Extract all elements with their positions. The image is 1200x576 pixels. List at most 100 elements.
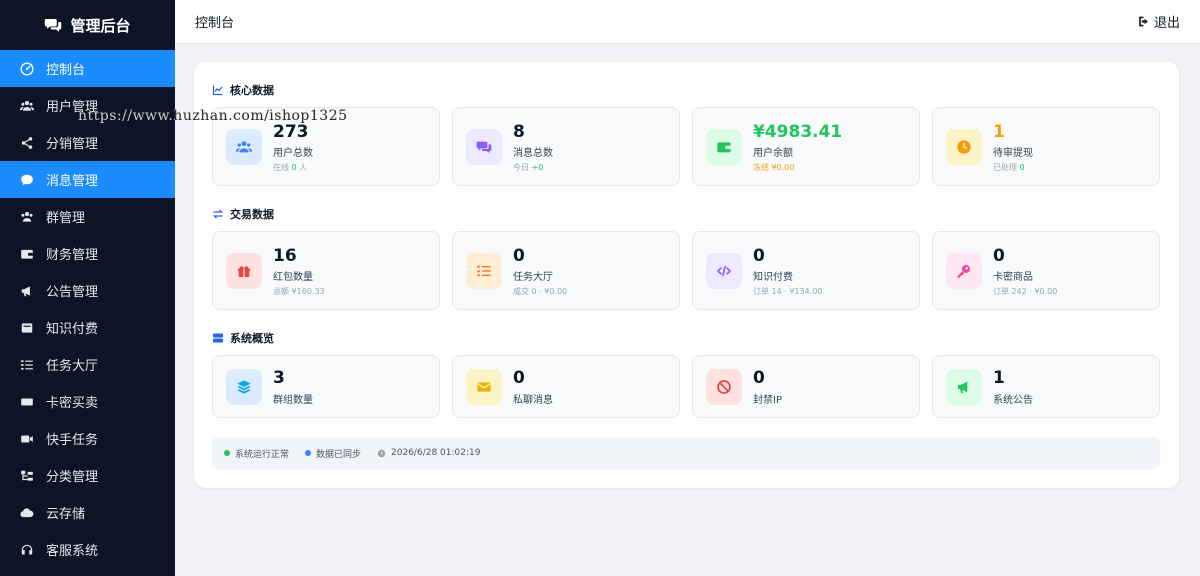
stat-value: 16 [273, 246, 297, 266]
stat-card-balance[interactable]: ¥4983.41 用户余额 冻结 ¥0.00 [692, 107, 920, 186]
sidebar-item-dashboard[interactable]: 控制台 [0, 50, 175, 87]
stat-label: 卡密商品 [993, 272, 1033, 283]
stat-card-notice[interactable]: 1 系统公告 [932, 355, 1160, 418]
stat-label: 用户总数 [273, 148, 313, 159]
stat-card-messages[interactable]: 8 消息总数 今日 +0 [452, 107, 680, 186]
stat-label: 私聊消息 [513, 395, 553, 406]
stat-sub: 订单 242 · ¥0.00 [993, 287, 1058, 296]
sidebar-item-label: 云存储 [46, 507, 86, 522]
sidebar-item-label: 任务大厅 [46, 359, 99, 374]
sidebar-item-kuaishou[interactable]: 快手任务 [0, 420, 175, 457]
logout-button[interactable]: 退出 [1137, 12, 1180, 31]
green-dot-icon [224, 450, 230, 456]
stat-label: 待审提现 [993, 148, 1033, 159]
stat-value: 0 [753, 246, 765, 266]
sidebar-item-label: 消息管理 [46, 174, 99, 189]
stat-card-redpacket[interactable]: 16 红包数量 总额 ¥160.33 [212, 231, 440, 310]
stat-card-groupcount[interactable]: 3 群组数量 [212, 355, 440, 418]
code-icon [706, 253, 742, 289]
stat-value: 0 [993, 246, 1005, 266]
category-icon [20, 469, 34, 483]
envelope-icon [466, 369, 502, 405]
layers-icon [226, 369, 262, 405]
section-title-trade: 交易数据 [212, 206, 274, 222]
stat-value: 273 [273, 122, 309, 142]
sign-out-icon [1139, 16, 1148, 27]
stat-value: 1 [993, 368, 1005, 388]
section-title-system: 系统概览 [212, 330, 274, 346]
section-title-core: 核心数据 [212, 82, 274, 98]
sidebar-item-support[interactable]: 客服系统 [0, 531, 175, 568]
wallet-icon [20, 247, 34, 261]
sidebar-item-categories[interactable]: 分类管理 [0, 457, 175, 494]
task-list-icon [20, 358, 34, 372]
sidebar-item-cards[interactable]: 卡密买卖 [0, 383, 175, 420]
sidebar-item-messages[interactable]: 消息管理 [0, 161, 175, 198]
stat-sub: 在线 0 人 [273, 163, 308, 172]
key-icon [946, 253, 982, 289]
brand-title: 管理后台 [70, 16, 131, 35]
cloud-icon [20, 506, 34, 520]
chat-bubbles-icon [45, 19, 62, 32]
sidebar-item-label: 公告管理 [46, 285, 99, 300]
video-icon [20, 432, 34, 446]
stat-label: 系统公告 [993, 395, 1033, 406]
sidebar-item-label: 财务管理 [46, 248, 99, 263]
ban-icon [706, 369, 742, 405]
sidebar-item-label: 控制台 [46, 63, 86, 78]
stat-value: 0 [513, 246, 525, 266]
sidebar-item-knowledge[interactable]: 知识付费 [0, 309, 175, 346]
stat-label: 任务大厅 [513, 272, 553, 283]
sidebar-item-tasks[interactable]: 任务大厅 [0, 346, 175, 383]
status-bar: 系统运行正常 数据已同步 2026/6/28 01:02:19 [212, 437, 1160, 469]
stat-card-knowledge[interactable]: 0 知识付费 订单 14 · ¥134.00 [692, 231, 920, 310]
stat-value: 0 [753, 368, 765, 388]
sidebar-item-label: 分销管理 [46, 137, 99, 152]
stat-sub: 成交 0 · ¥0.00 [513, 287, 568, 296]
stat-value: 3 [273, 368, 285, 388]
stat-sub: 总额 ¥160.33 [273, 287, 325, 296]
dashboard-panel: 核心数据 273 用户总数 在线 0 人 8 消息总数 今日 +0 ¥4983.… [194, 62, 1179, 488]
stat-value: 1 [993, 122, 1005, 142]
sidebar-item-label: 卡密买卖 [46, 396, 99, 411]
wallet-icon [706, 129, 742, 165]
stat-card-cardkey[interactable]: 0 卡密商品 订单 242 · ¥0.00 [932, 231, 1160, 310]
line-chart-icon [212, 85, 223, 96]
stat-card-banip[interactable]: 0 封禁IP [692, 355, 920, 418]
book-icon [20, 321, 34, 335]
card-icon [20, 395, 34, 409]
stat-value: 8 [513, 122, 525, 142]
users-icon [226, 129, 262, 165]
sidebar-item-label: 快手任务 [46, 433, 99, 448]
sidebar-item-finance[interactable]: 财务管理 [0, 235, 175, 272]
stat-label: 知识付费 [753, 272, 793, 283]
users-icon [20, 99, 34, 113]
stat-card-withdraw[interactable]: 1 待审提现 已处理 0 [932, 107, 1160, 186]
stat-label: 消息总数 [513, 148, 553, 159]
sidebar-item-distribution[interactable]: 分销管理 [0, 124, 175, 161]
gift-icon [226, 253, 262, 289]
stat-label: 封禁IP [753, 395, 782, 406]
sidebar-item-label: 知识付费 [46, 322, 99, 337]
stat-value: ¥4983.41 [753, 122, 843, 142]
clock-icon [377, 449, 386, 457]
sidebar-item-label: 客服系统 [46, 544, 99, 559]
sidebar-item-groups[interactable]: 群管理 [0, 198, 175, 235]
sidebar-item-announcements[interactable]: 公告管理 [0, 272, 175, 309]
brand: 管理后台 [0, 0, 175, 50]
dashboard-icon [20, 61, 34, 76]
stat-label: 用户余额 [753, 148, 793, 159]
stat-label: 红包数量 [273, 272, 313, 283]
stat-card-taskhall[interactable]: 0 任务大厅 成交 0 · ¥0.00 [452, 231, 680, 310]
exchange-icon [212, 209, 224, 219]
stat-card-private[interactable]: 0 私聊消息 [452, 355, 680, 418]
comment-icon [20, 173, 34, 187]
stat-sub: 冻结 ¥0.00 [753, 163, 795, 172]
stat-sub: 订单 14 · ¥134.00 [753, 287, 823, 296]
sidebar-item-cloud[interactable]: 云存储 [0, 494, 175, 531]
group-icon [20, 210, 34, 224]
comments-icon [466, 129, 502, 165]
status-running: 系统运行正常 [224, 447, 289, 460]
status-time: 2026/6/28 01:02:19 [377, 448, 480, 458]
stat-value: 0 [513, 368, 525, 388]
